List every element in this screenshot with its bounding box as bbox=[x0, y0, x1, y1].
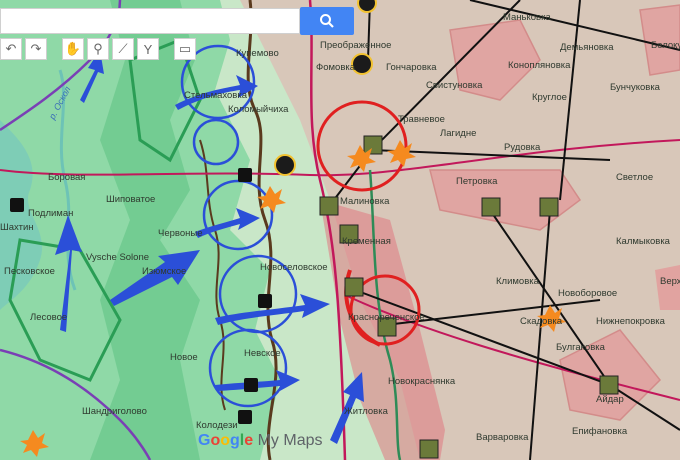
label-peskovsk: Песковское bbox=[4, 266, 55, 277]
label-svistunovka: Свистуновка bbox=[426, 80, 483, 91]
line-icon[interactable]: ⟋ bbox=[112, 38, 134, 60]
label-fomovka: Фомовка bbox=[316, 62, 356, 73]
unit-marker[interactable] bbox=[344, 277, 364, 297]
ruler-icon[interactable]: ▭ bbox=[174, 38, 196, 60]
label-kolomychikha: Коломыйчиха bbox=[228, 104, 289, 115]
label-lagidne: Лагидне bbox=[440, 128, 476, 139]
label-izyumskoe: Изюмское bbox=[142, 266, 186, 277]
label-bulgakovka: Булгаковка bbox=[556, 342, 606, 353]
label-verkhnyaya: Верхняя Покровка bbox=[660, 276, 680, 287]
redo-icon[interactable]: ↷ bbox=[25, 38, 47, 60]
unit-emblem[interactable] bbox=[357, 0, 377, 13]
label-svetloe: Светлое bbox=[616, 172, 653, 183]
label-podlim: Подлиман bbox=[28, 208, 73, 219]
label-borovaya: Боровая bbox=[48, 172, 85, 183]
unit-emblem[interactable] bbox=[274, 154, 296, 176]
label-rudovka: Рудовка bbox=[504, 142, 541, 153]
label-kruglo: Круглое bbox=[532, 92, 567, 103]
hand-icon[interactable]: ✋ bbox=[62, 38, 84, 60]
google-my-maps-logo: Google My Maps bbox=[198, 432, 323, 449]
label-vysche-solone: Vysche Solone bbox=[86, 252, 149, 263]
map-toolbar: ↶ ↷ ✋ ⚲ ⟋ Y ▭ bbox=[0, 38, 196, 62]
tank-icon[interactable] bbox=[244, 378, 258, 392]
label-zhitlovka: Житловка bbox=[344, 406, 389, 417]
label-novokrasnyanka: Новокраснянка bbox=[388, 376, 456, 387]
marker-icon[interactable]: ⚲ bbox=[87, 38, 109, 60]
label-shandrigolovo: Шандриголово bbox=[82, 406, 147, 417]
label-demyanovka: Демьяновка bbox=[560, 42, 614, 53]
label-kalmykovka: Калмыковка bbox=[616, 236, 671, 247]
label-aidar: Айдар bbox=[596, 394, 624, 405]
label-novoe: Новое bbox=[170, 352, 198, 363]
label-stelmakh: Стельмаховка bbox=[184, 90, 248, 101]
search-button[interactable] bbox=[300, 7, 354, 35]
label-gonchar: Гончаровка bbox=[386, 62, 437, 73]
unit-marker[interactable] bbox=[539, 197, 559, 217]
undo-icon[interactable]: ↶ bbox=[0, 38, 22, 60]
label-novoselovskoe: Новоселовское bbox=[260, 262, 328, 273]
label-belokur: Белокур bbox=[651, 40, 680, 51]
map-canvas[interactable]: Преображенное Купемово Фомовка Гончаровк… bbox=[0, 0, 680, 460]
label-krasnorechenskoe: Краснореченское bbox=[348, 312, 425, 323]
label-nevskoe: Невское bbox=[244, 348, 281, 359]
unit-marker[interactable] bbox=[363, 135, 383, 155]
label-nizhne: Нижнепокровка bbox=[596, 316, 666, 327]
label-epifanovka: Епифановка bbox=[572, 426, 628, 437]
tank-icon[interactable] bbox=[258, 294, 272, 308]
label-petrovka: Петровка bbox=[456, 176, 498, 187]
label-manykovka: Маньковка bbox=[503, 12, 551, 23]
search-icon bbox=[320, 14, 334, 28]
label-shypilovka: Шиповатое bbox=[106, 194, 155, 205]
label-nikolaevka: Малиновка bbox=[340, 196, 390, 207]
unit-marker[interactable] bbox=[481, 197, 501, 217]
label-preobrazhenoe: Преображенное bbox=[320, 40, 391, 51]
label-konopl: Конопляновка bbox=[508, 60, 571, 71]
label-bunchukovka: Бунчуковка bbox=[610, 82, 661, 93]
label-varvarovka: Варваровка bbox=[476, 432, 529, 443]
tank-icon[interactable] bbox=[10, 198, 24, 212]
label-kolodezi: Колодези bbox=[196, 420, 238, 431]
route-icon[interactable]: Y bbox=[137, 38, 159, 60]
tank-icon[interactable] bbox=[238, 410, 252, 424]
label-shahtin: Шахтин bbox=[0, 222, 34, 233]
unit-marker[interactable] bbox=[419, 439, 439, 459]
search-input[interactable] bbox=[0, 8, 300, 34]
label-travnevoe: Травневое bbox=[398, 114, 445, 125]
tank-icon[interactable] bbox=[238, 168, 252, 182]
label-novoborovoe: Новоборовое bbox=[558, 288, 617, 299]
label-chervonohrad: Червоные bbox=[158, 228, 202, 239]
label-kupemovo: Купемово bbox=[236, 48, 279, 59]
unit-marker[interactable] bbox=[599, 375, 619, 395]
unit-marker[interactable] bbox=[319, 196, 339, 216]
label-klimovka: Климовка bbox=[496, 276, 540, 287]
label-skadovka: Скадовка bbox=[520, 316, 563, 327]
label-kremennaya: Кременная bbox=[342, 236, 391, 247]
label-lesovoe: Лесовое bbox=[30, 312, 67, 323]
